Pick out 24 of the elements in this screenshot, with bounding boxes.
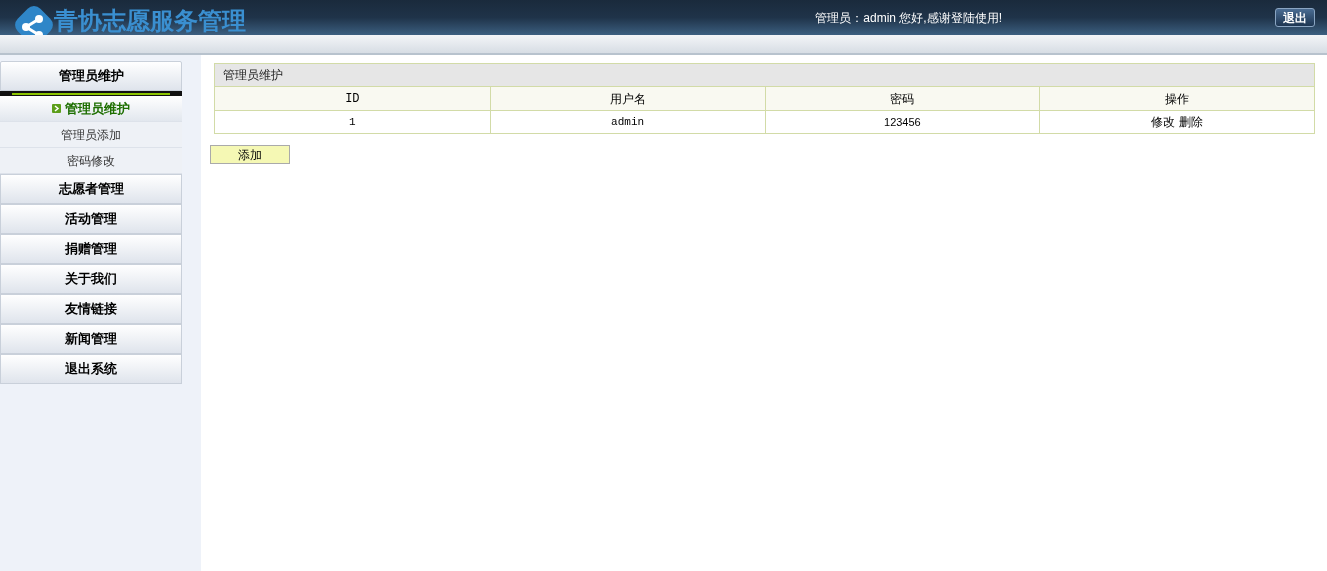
- add-button[interactable]: 添加: [210, 145, 290, 164]
- sidebar-group[interactable]: 退出系统: [0, 354, 182, 384]
- app-title: 青协志愿服务管理: [54, 5, 246, 36]
- column-header: 用户名: [489, 87, 765, 110]
- sidebar-item[interactable]: 管理员维护: [0, 96, 182, 122]
- column-header: 操作: [1039, 87, 1314, 110]
- table-cell: admin: [489, 110, 765, 133]
- column-header: ID: [215, 87, 490, 110]
- logout-button[interactable]: 退出: [1275, 8, 1315, 27]
- chevron-icon: [52, 104, 61, 113]
- sidebar-group[interactable]: 捐赠管理: [0, 234, 182, 264]
- sidebar-group[interactable]: 志愿者管理: [0, 174, 182, 204]
- sidebar-group[interactable]: 活动管理: [0, 204, 182, 234]
- table-cell: 1: [215, 110, 490, 133]
- sidebar-group[interactable]: 管理员维护: [0, 61, 182, 91]
- table-cell: 123456: [764, 110, 1040, 133]
- action-link[interactable]: 删除: [1179, 113, 1204, 131]
- sidebar-group[interactable]: 新闻管理: [0, 324, 182, 354]
- table-caption: 管理员维护: [215, 64, 1314, 87]
- action-link[interactable]: 修改: [1151, 113, 1176, 131]
- greeting-text: 管理员：admin 您好,感谢登陆使用!: [815, 9, 1002, 27]
- column-header: 密码: [764, 87, 1040, 110]
- sidebar-group[interactable]: 友情链接: [0, 294, 182, 324]
- sidebar-group[interactable]: 关于我们: [0, 264, 182, 294]
